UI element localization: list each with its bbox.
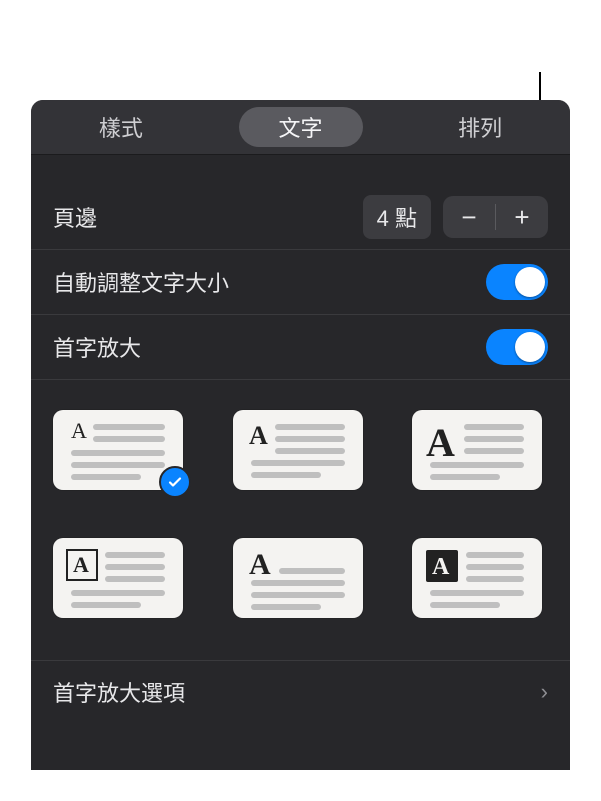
margin-increase-button[interactable]: + bbox=[496, 196, 548, 238]
svg-text:A: A bbox=[73, 552, 89, 577]
auto-fit-label: 自動調整文字大小 bbox=[53, 266, 229, 298]
toggle-knob bbox=[515, 267, 545, 297]
svg-text:A: A bbox=[249, 548, 271, 581]
drop-cap-style-2[interactable]: A bbox=[233, 410, 363, 490]
svg-text:A: A bbox=[71, 418, 87, 443]
drop-cap-grid: A A bbox=[53, 410, 548, 618]
chevron-right-icon: › bbox=[541, 679, 548, 705]
drop-cap-toggle[interactable] bbox=[486, 329, 548, 365]
margin-row: 頁邊 4 點 − + bbox=[31, 185, 570, 249]
drop-cap-options-label: 首字放大選項 bbox=[53, 676, 185, 708]
auto-fit-toggle[interactable] bbox=[486, 264, 548, 300]
drop-cap-grid-section: A A bbox=[31, 379, 570, 636]
tab-text[interactable]: 文字 bbox=[211, 100, 391, 154]
margin-label: 頁邊 bbox=[53, 201, 97, 233]
format-panel: 樣式 文字 排列 頁邊 4 點 − + bbox=[31, 100, 570, 770]
svg-text:A: A bbox=[249, 421, 268, 450]
svg-text:A: A bbox=[432, 554, 450, 580]
auto-fit-row: 自動調整文字大小 bbox=[31, 249, 570, 314]
tab-text-label: 文字 bbox=[239, 107, 363, 147]
drop-cap-row: 首字放大 bbox=[31, 314, 570, 379]
drop-cap-style-1[interactable]: A bbox=[53, 410, 183, 490]
minus-icon: − bbox=[461, 202, 476, 233]
drop-cap-label: 首字放大 bbox=[53, 331, 141, 363]
drop-cap-style-6[interactable]: A bbox=[412, 538, 542, 618]
margin-value: 4 點 bbox=[363, 195, 431, 239]
margin-controls: 4 點 − + bbox=[363, 195, 548, 239]
svg-text:A: A bbox=[426, 420, 455, 465]
tab-style[interactable]: 樣式 bbox=[31, 100, 211, 154]
drop-cap-style-3[interactable]: A bbox=[412, 410, 542, 490]
drop-cap-style-4[interactable]: A bbox=[53, 538, 183, 618]
drop-cap-options-row[interactable]: 首字放大選項 › bbox=[31, 660, 570, 723]
tab-bar: 樣式 文字 排列 bbox=[31, 100, 570, 155]
toggle-knob bbox=[515, 332, 545, 362]
margin-stepper: − + bbox=[443, 196, 548, 238]
drop-cap-style-5[interactable]: A bbox=[233, 538, 363, 618]
tab-style-label: 樣式 bbox=[89, 107, 153, 147]
selected-check-icon bbox=[159, 466, 191, 498]
tab-arrange-label: 排列 bbox=[448, 107, 512, 147]
panel-content: 頁邊 4 點 − + 自動調整文字大小 bbox=[31, 155, 570, 723]
margin-decrease-button[interactable]: − bbox=[443, 196, 495, 238]
plus-icon: + bbox=[514, 202, 529, 233]
tab-arrange[interactable]: 排列 bbox=[390, 100, 570, 154]
